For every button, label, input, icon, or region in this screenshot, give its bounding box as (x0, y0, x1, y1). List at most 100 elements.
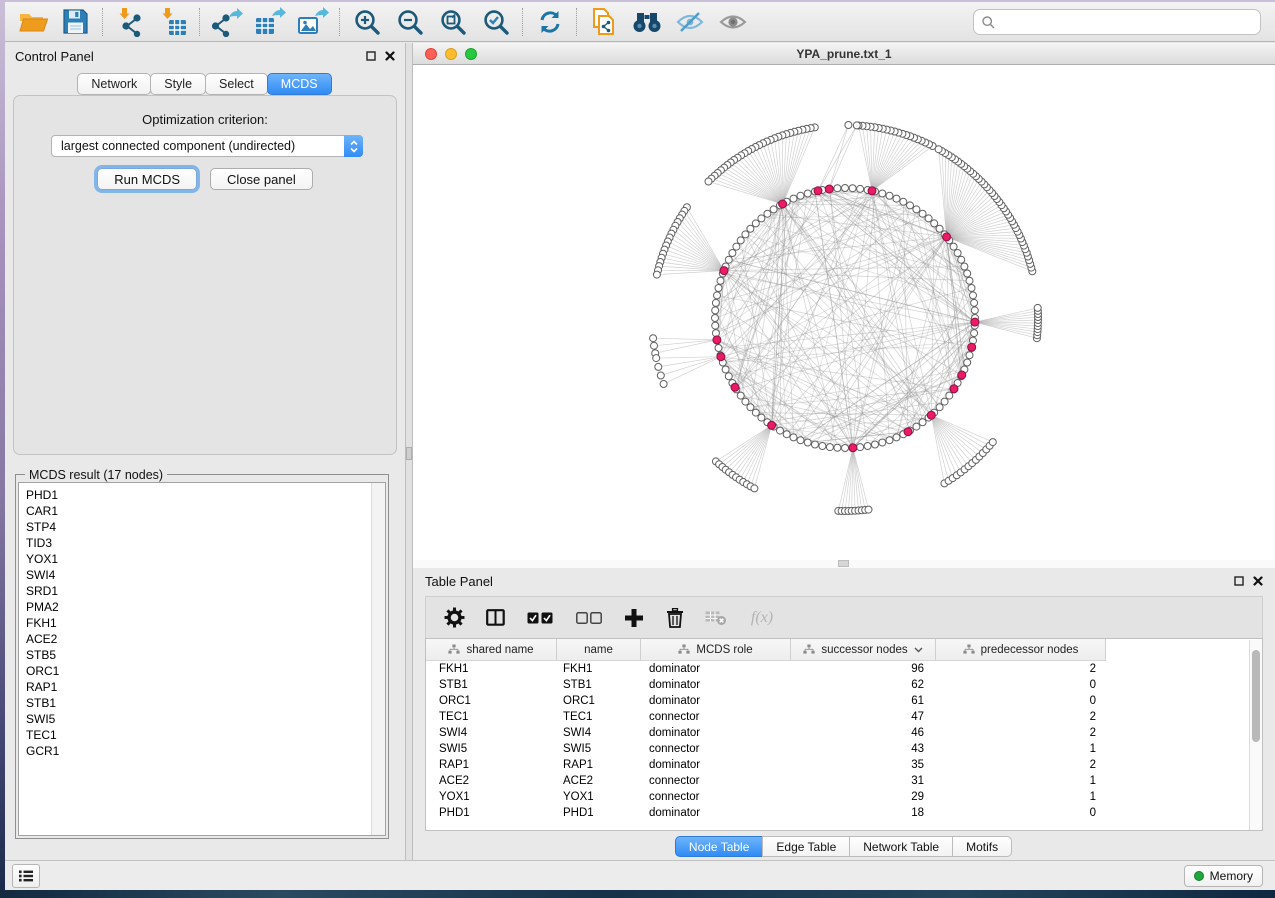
tab-mcds[interactable]: MCDS (267, 73, 332, 95)
export-table-button[interactable] (248, 5, 291, 39)
export-network-button[interactable] (205, 5, 248, 39)
mcds-result-item[interactable]: YOX1 (26, 551, 371, 567)
table-scrollbar[interactable] (1249, 640, 1262, 830)
table-row[interactable]: YOX1YOX1connector291 (426, 789, 1262, 805)
mcds-result-item[interactable]: ACE2 (26, 631, 371, 647)
copy-view-button[interactable] (582, 5, 625, 39)
mcds-result-item[interactable]: SRD1 (26, 583, 371, 599)
table-panel: Table Panel (413, 568, 1275, 860)
mcds-result-item[interactable]: STP4 (26, 519, 371, 535)
table-select-all-button[interactable] (523, 603, 557, 633)
column-header-successor-nodes[interactable]: successor nodes (791, 639, 936, 661)
mcds-result-item[interactable]: ORC1 (26, 663, 371, 679)
mcds-result-item[interactable]: CAR1 (26, 503, 371, 519)
zoom-selected-button[interactable] (474, 5, 517, 39)
table-function-button[interactable]: f(x) (744, 603, 780, 633)
export-image-button[interactable] (291, 5, 334, 39)
mcds-result-item[interactable]: PMA2 (26, 599, 371, 615)
column-header-mcds-role[interactable]: MCDS role (641, 639, 791, 661)
save-session-button[interactable] (54, 5, 97, 39)
close-panel-icon[interactable] (385, 51, 395, 61)
task-history-button[interactable] (12, 864, 40, 888)
function-icon: f(x) (751, 609, 773, 627)
control-panel: Control Panel Network Style Select MCDS … (5, 43, 405, 860)
mcds-result-item[interactable]: GCR1 (26, 743, 371, 759)
column-header-shared-name[interactable]: shared name (426, 639, 557, 661)
apply-layout-button[interactable] (528, 5, 571, 39)
table-deselect-all-button[interactable] (572, 603, 606, 633)
column-label: name (584, 644, 613, 656)
mcds-result-item[interactable]: SWI5 (26, 711, 371, 727)
import-network-button[interactable] (108, 5, 151, 39)
table-cell: SWI5 (557, 743, 641, 755)
table-row[interactable]: FKH1FKH1dominator962 (426, 661, 1262, 677)
dropdown-selected-value: largest connected component (undirected) (52, 139, 344, 153)
table-cell: 46 (791, 727, 936, 739)
import-table-button[interactable] (151, 5, 194, 39)
tab-style[interactable]: Style (150, 73, 206, 95)
table-cell: TEC1 (426, 711, 557, 723)
table-row[interactable]: SWI4SWI4dominator462 (426, 725, 1262, 741)
table-cell: 1 (936, 743, 1106, 755)
table-panel-title: Table Panel (425, 574, 493, 589)
mcds-result-item[interactable]: RAP1 (26, 679, 371, 695)
mcds-result-item[interactable]: STB5 (26, 647, 371, 663)
table-row[interactable]: SWI5SWI5connector431 (426, 741, 1262, 757)
table-delete-button[interactable] (662, 603, 688, 633)
table-cell: FKH1 (426, 663, 557, 675)
memory-button[interactable]: Memory (1184, 865, 1263, 887)
search-input[interactable] (1000, 15, 1260, 29)
mcds-result-item[interactable]: TEC1 (26, 727, 371, 743)
mcds-result-item[interactable]: STB1 (26, 695, 371, 711)
mcds-result-item[interactable]: SWI4 (26, 567, 371, 583)
float-panel-icon[interactable] (366, 51, 376, 61)
hide-selected-button[interactable] (668, 5, 711, 39)
panel-splitter-vertical[interactable] (405, 43, 413, 860)
table-settings-button[interactable] (441, 603, 467, 633)
search-field[interactable] (973, 9, 1261, 35)
table-row[interactable]: ACE2ACE2connector311 (426, 773, 1262, 789)
column-header-predecessor-nodes[interactable]: predecessor nodes (936, 639, 1106, 661)
mcds-result-item[interactable]: PHD1 (26, 487, 371, 503)
table-cell: SWI5 (426, 743, 557, 755)
run-mcds-button[interactable]: Run MCDS (97, 168, 197, 190)
zoom-out-button[interactable] (388, 5, 431, 39)
column-header-name[interactable]: name (557, 639, 641, 661)
hierarchy-icon (448, 644, 460, 655)
first-neighbors-button[interactable] (625, 5, 668, 39)
show-all-button[interactable] (711, 5, 754, 39)
optimization-criterion-dropdown[interactable]: largest connected component (undirected) (51, 135, 363, 157)
table-add-button[interactable] (621, 603, 647, 633)
control-panel-title: Control Panel (15, 49, 94, 64)
table-cell: 2 (936, 663, 1106, 675)
table-row[interactable]: ORC1ORC1dominator610 (426, 693, 1262, 709)
splitter-handle[interactable] (406, 447, 412, 460)
mcds-result-scrollbar[interactable] (371, 483, 385, 835)
mcds-result-item[interactable]: FKH1 (26, 615, 371, 631)
network-canvas[interactable] (413, 65, 1275, 552)
open-file-button[interactable] (11, 5, 54, 39)
table-row[interactable]: TEC1TEC1connector472 (426, 709, 1262, 725)
tab-select[interactable]: Select (205, 73, 268, 95)
tab-network[interactable]: Network (77, 73, 151, 95)
panel-splitter-horizontal[interactable] (413, 560, 1275, 568)
table-split-view-button[interactable] (482, 603, 508, 633)
mcds-result-item[interactable]: TID3 (26, 535, 371, 551)
close-panel-icon[interactable] (1253, 576, 1263, 586)
float-panel-icon[interactable] (1234, 576, 1244, 586)
table-cell: PHD1 (426, 807, 557, 819)
table-delete-table-button[interactable] (703, 603, 729, 633)
table-toolbar: f(x) (425, 596, 1263, 638)
zoom-in-button[interactable] (345, 5, 388, 39)
mcds-result-listbox[interactable]: PHD1CAR1STP4TID3YOX1SWI4SRD1PMA2FKH1ACE2… (18, 482, 386, 836)
table-cell: SWI4 (557, 727, 641, 739)
table-row[interactable]: STB1STB1dominator620 (426, 677, 1262, 693)
dropdown-stepper (344, 135, 363, 157)
zoom-fit-button[interactable] (431, 5, 474, 39)
table-scrollbar-thumb[interactable] (1252, 650, 1260, 742)
table-cell: dominator (641, 695, 791, 707)
table-row[interactable]: RAP1RAP1dominator352 (426, 757, 1262, 773)
network-window-titlebar: YPA_prune.txt_1 (413, 43, 1275, 65)
close-panel-button[interactable]: Close panel (210, 168, 313, 190)
splitter-handle[interactable] (838, 560, 849, 567)
